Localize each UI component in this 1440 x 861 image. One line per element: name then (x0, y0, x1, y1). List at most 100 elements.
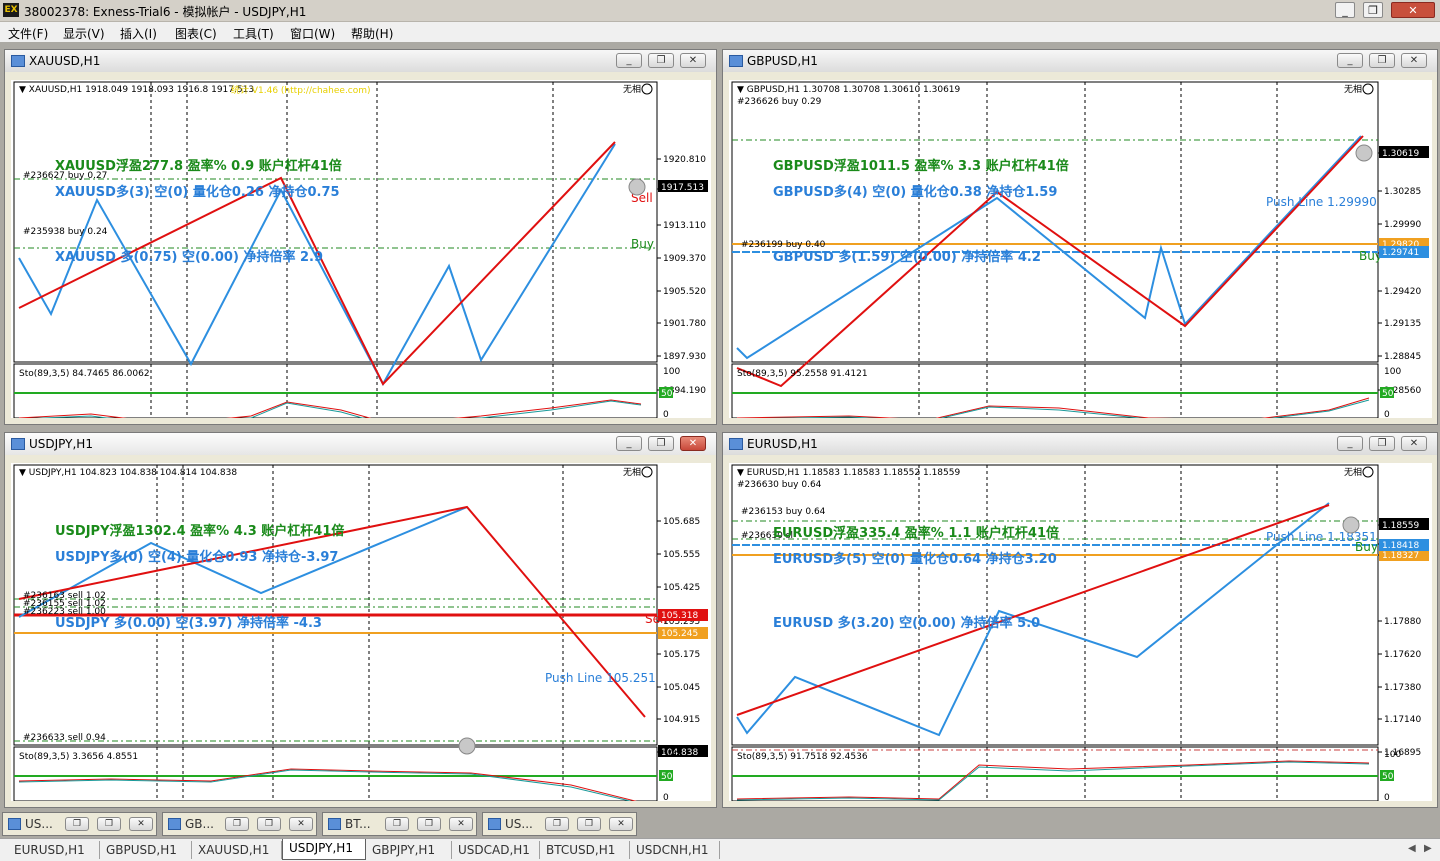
tile-close-button[interactable]: ✕ (609, 817, 633, 831)
stats-ratio-line: GBPUSD 多(1.59) 空(0.00) 净持倍率 4.2 (773, 249, 1041, 265)
chart-close-button[interactable]: ✕ (680, 436, 706, 451)
price-tick-label: 104.915 (663, 715, 700, 725)
chart-window-xauusd[interactable]: XAUUSD,H1 _ ❐ ✕ ▼ XAUUSD,H1 1918.049 191… (4, 49, 717, 425)
chart-restore-button[interactable]: ❐ (648, 436, 674, 451)
chart-minimize-button[interactable]: _ (1337, 53, 1363, 68)
tile-maximize-button[interactable]: ❐ (577, 817, 601, 831)
tile-close-button[interactable]: ✕ (449, 817, 473, 831)
minimized-window-tile[interactable]: US... ❐ ❐ ✕ (2, 812, 157, 836)
chart-info-text: ▼ XAUUSD,H1 1918.049 1918.093 1916.8 191… (19, 85, 254, 95)
chart-canvas-usdjpy[interactable]: ▼ USDJPY,H1 104.823 104.838 104.814 104.… (11, 463, 711, 801)
smiley-icon (1362, 466, 1374, 478)
price-tick-label: 1.30285 (1384, 187, 1421, 197)
close-button[interactable]: ✕ (1391, 2, 1435, 18)
stochastic-main-line (18, 399, 642, 418)
tile-title: US... (505, 817, 533, 831)
app-title-bar: EX 38002378: Exness-Trial6 - 模拟帐户 - USDJ… (0, 0, 1440, 22)
tile-close-button[interactable]: ✕ (129, 817, 153, 831)
minimized-window-tile[interactable]: BT... ❐ ❐ ✕ (322, 812, 477, 836)
tab-scroll-left-icon[interactable]: ◀ (1408, 843, 1416, 854)
tile-restore-button[interactable]: ❐ (65, 817, 89, 831)
chart-window-eurusd[interactable]: EURUSD,H1 _ ❐ ✕ ▼ EURUSD,H1 1.18583 1.18… (722, 432, 1438, 808)
restore-button[interactable]: ❐ (1363, 2, 1383, 18)
menu-bar: 文件(F) 显示(V) 插入(I) 图表(C) 工具(T) 窗口(W) 帮助(H… (0, 22, 1440, 42)
tab-usdcad[interactable]: USDCAD,H1 (452, 841, 540, 859)
price-tick-label: 1905.520 (663, 287, 706, 297)
tab-usdcnh[interactable]: USDCNH,H1 (630, 841, 720, 859)
menu-view[interactable]: 显示(V) (63, 25, 105, 42)
chart-icon (488, 818, 501, 830)
tile-maximize-button[interactable]: ❐ (417, 817, 441, 831)
chart-window-titlebar[interactable]: XAUUSD,H1 _ ❐ ✕ (5, 50, 716, 72)
tile-restore-button[interactable]: ❐ (545, 817, 569, 831)
chart-info-text: ▼ EURUSD,H1 1.18583 1.18583 1.18552 1.18… (737, 468, 960, 478)
chart-corner-label: 无相 (1344, 466, 1362, 478)
menu-help[interactable]: 帮助(H) (351, 25, 393, 42)
stochastic-main-line (736, 760, 1370, 800)
stochastic-level-label: 0 (1384, 793, 1390, 801)
tab-gbpusd[interactable]: GBPUSD,H1 (100, 841, 192, 859)
chart-close-button[interactable]: ✕ (680, 53, 706, 68)
price-tick-label: 1901.780 (663, 319, 706, 329)
menu-insert[interactable]: 插入(I) (120, 25, 157, 42)
chart-close-button[interactable]: ✕ (1401, 436, 1427, 451)
price-tick-label: 1.17380 (1384, 683, 1421, 693)
chart-icon (328, 818, 341, 830)
chart-minimize-button[interactable]: _ (1337, 436, 1363, 451)
chart-close-button[interactable]: ✕ (1401, 53, 1427, 68)
trade-side-label: Buy (1359, 249, 1382, 263)
chart-canvas-xauusd[interactable]: ▼ XAUUSD,H1 1918.049 1918.093 1916.8 191… (11, 80, 711, 418)
tile-maximize-button[interactable]: ❐ (97, 817, 121, 831)
minimized-window-tile[interactable]: GB... ❐ ❐ ✕ (162, 812, 317, 836)
trade-label: #235938 buy 0.24 (23, 227, 108, 237)
chart-restore-button[interactable]: ❐ (1369, 436, 1395, 451)
push-line-label: Push Line 1.29990 (1266, 195, 1377, 209)
chart-minimize-button[interactable]: _ (616, 436, 642, 451)
menu-file[interactable]: 文件(F) (8, 25, 48, 42)
tile-title: BT... (345, 817, 371, 831)
chart-minimize-button[interactable]: _ (616, 53, 642, 68)
smiley-icon (641, 83, 653, 95)
chart-icon (11, 55, 25, 67)
minimize-button[interactable]: _ (1335, 2, 1355, 18)
chart-restore-button[interactable]: ❐ (1369, 53, 1395, 68)
tab-gbpjpy[interactable]: GBPJPY,H1 (366, 841, 452, 859)
tab-eurusd[interactable]: EURUSD,H1 (8, 841, 100, 859)
chart-corner-label: 无相 (623, 83, 641, 95)
chart-window-title: EURUSD,H1 (747, 437, 818, 451)
chart-restore-button[interactable]: ❐ (648, 53, 674, 68)
stochastic-level-label: 100 (1384, 367, 1401, 377)
chart-window-usdjpy[interactable]: USDJPY,H1 _ ❐ ✕ ▼ USDJPY,H1 104.823 104.… (4, 432, 717, 808)
stats-profit-line: GBPUSD浮盈1011.5 盈率% 3.3 账户杠杆41倍 (773, 158, 1069, 174)
chart-window-titlebar[interactable]: GBPUSD,H1 _ ❐ ✕ (723, 50, 1437, 72)
minimized-window-tile[interactable]: US... ❐ ❐ ✕ (482, 812, 637, 836)
stochastic-signal-line (736, 761, 1370, 801)
chart-window-titlebar[interactable]: EURUSD,H1 _ ❐ ✕ (723, 433, 1437, 455)
tab-btcusd[interactable]: BTCUSD,H1 (540, 841, 630, 859)
tab-scroll-right-icon[interactable]: ▶ (1424, 843, 1432, 854)
stochastic-label: Sto(89,3,5) 95.2558 91.4121 (737, 369, 868, 379)
price-tick-label: 1897.930 (663, 352, 706, 362)
menu-window[interactable]: 窗口(W) (290, 25, 335, 42)
current-price-label: 1917.513 (661, 183, 704, 193)
chart-canvas-gbpusd[interactable]: ▼ GBPUSD,H1 1.30708 1.30708 1.30610 1.30… (729, 80, 1432, 418)
stochastic-signal-line (18, 769, 633, 801)
chart-window-gbpusd[interactable]: GBPUSD,H1 _ ❐ ✕ ▼ GBPUSD,H1 1.30708 1.30… (722, 49, 1438, 425)
tab-usdjpy[interactable]: USDJPY,H1 (282, 839, 366, 860)
stats-ratio-line: XAUUSD 多(0.75) 空(0.00) 净持倍率 2.9 (55, 249, 323, 265)
price-tick-label: 105.425 (663, 583, 700, 593)
price-tick-label: 1.29990 (1384, 220, 1421, 230)
tile-restore-button[interactable]: ❐ (225, 817, 249, 831)
chart-canvas-eurusd[interactable]: ▼ EURUSD,H1 1.18583 1.18583 1.18552 1.18… (729, 463, 1432, 801)
stochastic-label: Sto(89,3,5) 84.7465 86.0062 (19, 369, 150, 379)
current-price-label: 1.30619 (1382, 149, 1419, 159)
menu-tools[interactable]: 工具(T) (233, 25, 274, 42)
tile-restore-button[interactable]: ❐ (385, 817, 409, 831)
chart-window-titlebar[interactable]: USDJPY,H1 _ ❐ ✕ (5, 433, 716, 455)
tab-xauusd[interactable]: XAUUSD,H1 (192, 841, 282, 859)
stats-position-line: EURUSD多(5) 空(0) 量化仓0.64 净持仓3.20 (773, 551, 1057, 567)
stochastic-level-label: 50 (661, 772, 673, 782)
tile-maximize-button[interactable]: ❐ (257, 817, 281, 831)
menu-chart[interactable]: 图表(C) (175, 25, 217, 42)
tile-close-button[interactable]: ✕ (289, 817, 313, 831)
